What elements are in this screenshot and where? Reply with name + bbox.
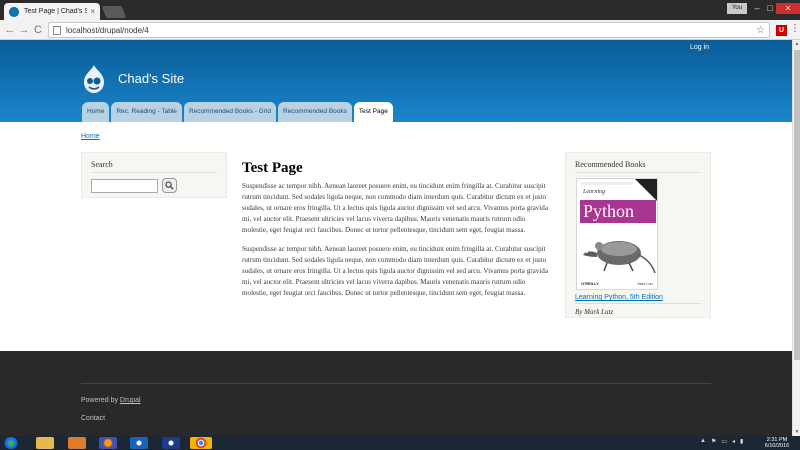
main-menu: Home Rec. Reading - Table Recommended Bo…: [82, 102, 395, 122]
ie-icon[interactable]: [162, 437, 180, 449]
scroll-up-icon[interactable]: ▲: [793, 40, 800, 48]
powered-by: Powered by Drupal: [81, 397, 141, 404]
nav-tab-rec-reading-table[interactable]: Rec. Reading - Table: [111, 102, 182, 122]
drupal-logo-icon[interactable]: [80, 64, 108, 94]
footer-divider: [81, 383, 711, 384]
book-title-link[interactable]: Learning Python, 5th Edition: [575, 294, 701, 304]
search-icon: [165, 181, 174, 190]
tab-close-icon[interactable]: ×: [90, 7, 95, 16]
close-window-button[interactable]: ×: [776, 3, 800, 14]
start-button-icon[interactable]: [3, 437, 19, 449]
media-player-icon[interactable]: [68, 437, 86, 449]
nav-tab-recommended-books-grid[interactable]: Recommended Books - Grid: [183, 102, 276, 122]
bookmark-star-icon[interactable]: ☆: [756, 25, 765, 36]
book-cover-tagline: [581, 182, 633, 185]
browser-menu-icon[interactable]: ⋮: [790, 23, 800, 34]
browser-tab[interactable]: Test Page | Chad's Site ×: [4, 3, 100, 20]
maximize-button[interactable]: □: [763, 3, 777, 14]
browser-toolbar: ← → C localhost/drupal/node/4 ☆ U ⋮: [0, 20, 800, 40]
body-paragraph-2: Suspendisse ac tempor nibh. Aenean laore…: [242, 245, 548, 297]
search-input[interactable]: [91, 178, 158, 193]
new-tab-button[interactable]: [101, 6, 127, 18]
address-bar[interactable]: localhost/drupal/node/4 ☆: [48, 22, 770, 38]
recommended-books-block: Recommended Books Learning Python O'REIL…: [565, 152, 711, 318]
search-form: [91, 178, 217, 193]
search-block-title: Search: [91, 160, 217, 173]
scroll-down-icon[interactable]: ▼: [793, 428, 800, 436]
page-title: Test Page: [242, 160, 303, 176]
forward-icon[interactable]: →: [17, 23, 31, 37]
contact-link[interactable]: Contact: [81, 415, 105, 422]
breadcrumb-home[interactable]: Home: [81, 133, 100, 140]
tray-volume-icon[interactable]: ◂: [732, 438, 735, 445]
page-scrollbar[interactable]: ▲ ▼: [792, 40, 800, 436]
site-name[interactable]: Chad's Site: [118, 71, 184, 86]
minimize-button[interactable]: –: [750, 3, 764, 14]
search-block: Search: [81, 152, 227, 198]
site-footer: Powered by Drupal Contact: [0, 351, 792, 436]
book-cover-title: Python: [583, 201, 635, 221]
recommended-books-title: Recommended Books: [575, 160, 701, 173]
clock-date: 6/10/2016: [764, 443, 790, 449]
book-cover-image[interactable]: Learning Python O'REILLY Mark Lutz: [576, 178, 658, 290]
site-header: Log in Chad's Site Home Rec. Reading - T…: [0, 40, 792, 122]
extension-icon[interactable]: U: [776, 25, 787, 36]
page-icon: [53, 25, 61, 35]
scroll-thumb[interactable]: [794, 50, 800, 360]
taskbar-clock[interactable]: 2:31 PM 6/10/2016: [760, 437, 794, 449]
nav-tab-recommended-books[interactable]: Recommended Books: [277, 102, 352, 122]
tray-network-icon[interactable]: ▭: [721, 438, 727, 445]
url-text[interactable]: localhost/drupal/node/4: [66, 26, 756, 35]
book-cover-publisher: O'REILLY: [581, 281, 599, 286]
system-tray: ▲ ⚑ ▭ ◂ ▮: [700, 438, 743, 445]
os-taskbar: ▲ ⚑ ▭ ◂ ▮ 2:31 PM 6/10/2016: [0, 436, 800, 450]
body-paragraph-1: Suspendisse ac tempor nibh. Aenean laore…: [242, 182, 548, 234]
reload-icon[interactable]: C: [31, 23, 45, 37]
browser-titlebar: Test Page | Chad's Site × You – □ ×: [0, 0, 800, 20]
login-link[interactable]: Log in: [690, 44, 709, 51]
nav-tab-test-page[interactable]: Test Page: [353, 102, 393, 122]
book-cover-learning: Learning: [583, 189, 606, 195]
book-cover-author: Mark Lutz: [637, 282, 653, 286]
book-author: By Mark Lutz: [575, 308, 614, 316]
tray-flag-icon[interactable]: ⚑: [711, 438, 716, 445]
profile-button[interactable]: You: [727, 3, 747, 14]
tray-battery-icon[interactable]: ▮: [740, 438, 743, 445]
tab-title: Test Page | Chad's Site: [24, 8, 88, 15]
chrome-icon[interactable]: [190, 437, 212, 449]
rat-illustration-icon: [583, 241, 656, 274]
main-content: Test Page Suspendisse ac tempor nibh. Ae…: [242, 160, 552, 307]
search-button[interactable]: [162, 178, 177, 193]
drupal-link[interactable]: Drupal: [120, 397, 141, 404]
book-cover-corner: [635, 179, 657, 201]
tray-up-icon[interactable]: ▲: [700, 438, 706, 445]
back-icon[interactable]: ←: [3, 23, 17, 37]
drupal-favicon-icon: [9, 6, 19, 17]
nav-tab-home[interactable]: Home: [82, 102, 110, 122]
file-explorer-icon[interactable]: [36, 437, 54, 449]
firefox-icon[interactable]: [99, 437, 117, 449]
powered-by-label: Powered by: [81, 397, 120, 404]
app-icon-blue[interactable]: [130, 437, 148, 449]
